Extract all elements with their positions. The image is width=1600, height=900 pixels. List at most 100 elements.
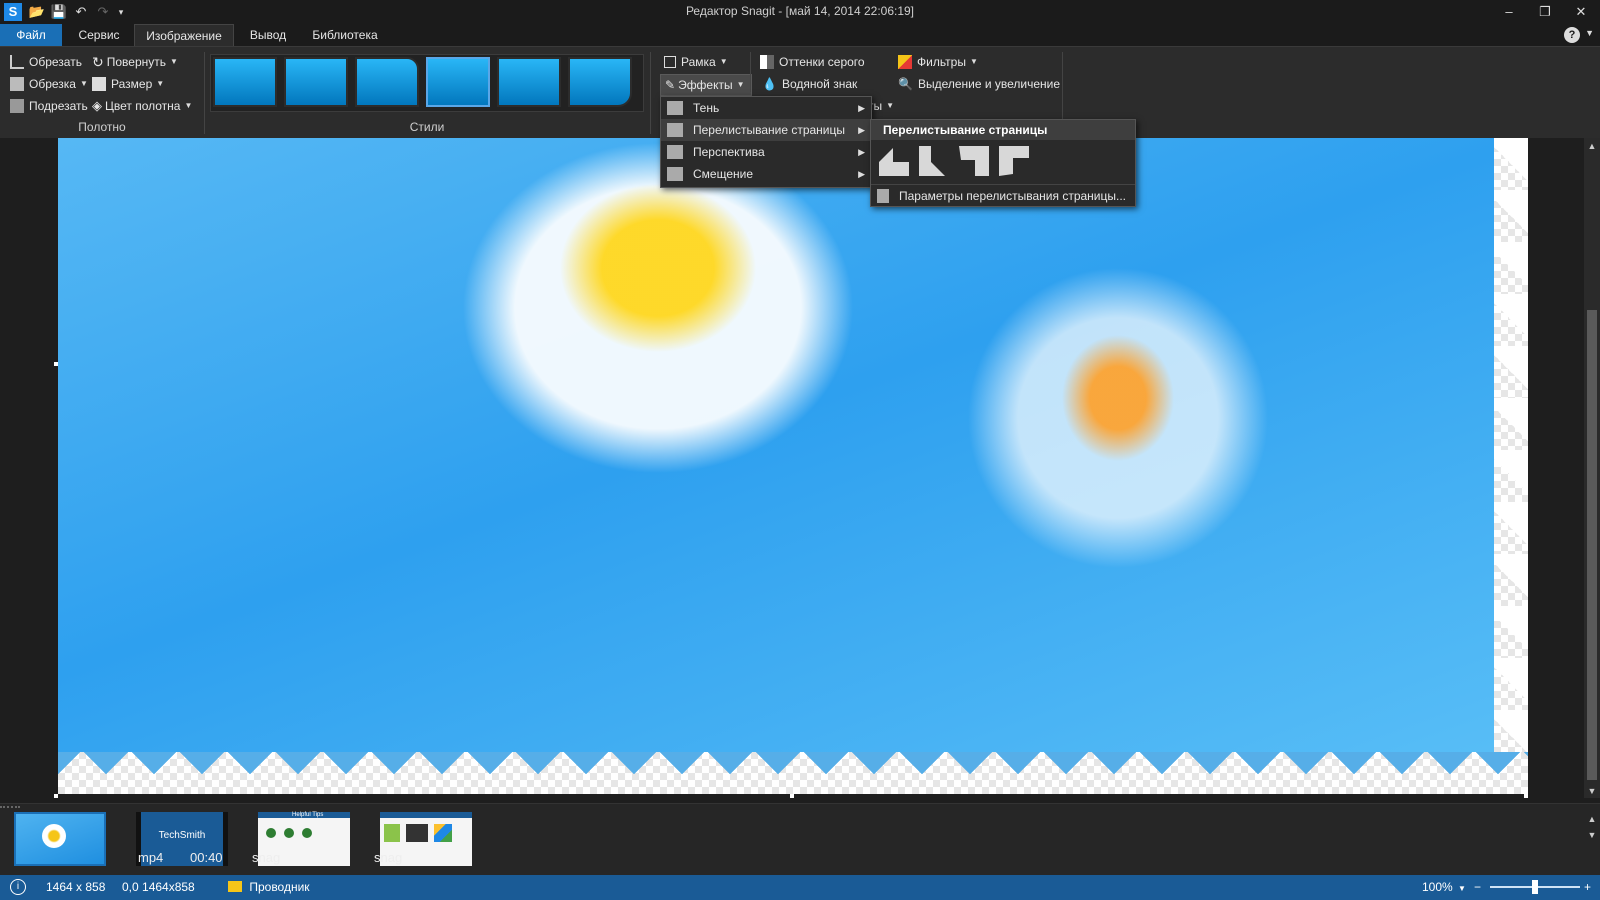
canvas-color-button[interactable]: ◈ Цвет полотна ▼ bbox=[92, 96, 192, 116]
help-icon[interactable]: ? bbox=[1564, 27, 1580, 43]
tip-icon bbox=[302, 828, 312, 838]
tab-file[interactable]: Файл bbox=[0, 24, 62, 46]
style-thumbnail[interactable] bbox=[497, 57, 561, 107]
close-button[interactable]: ✕ bbox=[1564, 2, 1598, 22]
tab-output[interactable]: Вывод bbox=[238, 24, 298, 46]
spotlight-label: Выделение и увеличение bbox=[917, 77, 1061, 91]
ribbon-separator bbox=[204, 52, 205, 134]
effects-button[interactable]: ✎ Эффекты ▼ bbox=[660, 74, 752, 96]
curl-bottom-left-icon[interactable] bbox=[959, 146, 989, 176]
rotate-label: Повернуть bbox=[106, 55, 166, 69]
ribbon-separator bbox=[750, 52, 751, 92]
resize-handle-right[interactable] bbox=[1524, 362, 1528, 366]
rotate-button[interactable]: ↻ Повернуть ▼ bbox=[92, 52, 178, 72]
border-label: Рамка bbox=[681, 55, 716, 69]
crop-button[interactable]: Обрезать bbox=[10, 52, 82, 72]
page-curl-settings-label: Параметры перелистывания страницы... bbox=[899, 189, 1126, 203]
style-thumbnail[interactable] bbox=[568, 57, 632, 107]
trim-label: Подрезать bbox=[29, 99, 88, 113]
zoom-level[interactable]: 100% bbox=[1422, 880, 1453, 894]
menu-item-page-curl[interactable]: Перелистывание страницы ▶ bbox=[661, 119, 871, 141]
zoom-out-button[interactable]: − bbox=[1474, 880, 1481, 894]
cut-out-button[interactable]: Обрезка ▼ bbox=[10, 74, 88, 94]
watermark-button[interactable]: 💧 Водяной знак bbox=[762, 74, 857, 94]
techsmith-logo: TechSmith bbox=[158, 830, 206, 841]
scrollbar-thumb[interactable] bbox=[1587, 310, 1597, 780]
style-thumbnail[interactable] bbox=[355, 57, 419, 107]
resize-button[interactable]: Размер ▼ bbox=[92, 74, 164, 94]
effects-dropdown-menu: Тень ▶ Перелистывание страницы ▶ Перспек… bbox=[660, 96, 872, 188]
menu-item-offset[interactable]: Смещение ▶ bbox=[661, 163, 871, 185]
submenu-arrow-icon: ▶ bbox=[858, 147, 865, 157]
curl-top-left-icon[interactable] bbox=[879, 146, 909, 176]
filters-button[interactable]: Фильтры ▼ bbox=[898, 52, 978, 72]
tray-grip[interactable] bbox=[0, 806, 20, 810]
grayscale-button[interactable]: Оттенки серого bbox=[760, 52, 865, 72]
resize-handle-bottom[interactable] bbox=[790, 794, 794, 798]
tray-item-duration: 00:40 bbox=[190, 850, 223, 865]
style-thumbnail-selected[interactable] bbox=[426, 57, 490, 107]
watermark-icon: 💧 bbox=[762, 77, 777, 91]
tip-icon bbox=[284, 828, 294, 838]
resize-handle-bottom-left[interactable] bbox=[54, 794, 58, 798]
torn-edge-right bbox=[1494, 138, 1528, 794]
page-curl-settings-item[interactable]: Параметры перелистывания страницы... bbox=[871, 184, 1135, 207]
google-drive-icon bbox=[434, 824, 452, 842]
cut-out-label: Обрезка bbox=[29, 77, 76, 91]
filters-icon bbox=[898, 55, 912, 69]
submenu-arrow-icon: ▶ bbox=[858, 103, 865, 113]
menu-item-shadow[interactable]: Тень ▶ bbox=[661, 97, 871, 119]
window-title: Редактор Snagit - [май 14, 2014 22:06:19… bbox=[685, 4, 915, 18]
zoom-in-button[interactable]: + bbox=[1584, 880, 1591, 894]
edited-image[interactable] bbox=[58, 138, 1528, 794]
filters-caret-icon: ▼ bbox=[969, 57, 978, 66]
paint-bucket-icon: ◈ bbox=[92, 98, 102, 113]
resize-handle-left[interactable] bbox=[54, 362, 58, 366]
restore-button[interactable]: ❐ bbox=[1528, 2, 1562, 22]
menu-item-label: Тень bbox=[693, 101, 720, 115]
tray-item-image[interactable] bbox=[14, 812, 106, 866]
folder-icon bbox=[228, 881, 242, 892]
menu-item-perspective[interactable]: Перспектива ▶ bbox=[661, 141, 871, 163]
submenu-header: Перелистывание страницы bbox=[871, 120, 1135, 140]
rotate-caret-icon: ▼ bbox=[170, 57, 178, 66]
style-thumbnail[interactable] bbox=[284, 57, 348, 107]
border-caret-icon: ▼ bbox=[719, 57, 728, 66]
watermark-label: Водяной знак bbox=[781, 77, 858, 91]
spotlight-magnify-button[interactable]: 🔍 Выделение и увеличение bbox=[898, 74, 1060, 94]
rotate-icon: ↻ bbox=[92, 54, 104, 70]
zoom-slider-thumb[interactable] bbox=[1532, 880, 1538, 894]
crop-icon bbox=[10, 55, 24, 69]
styles-group-label: Стили bbox=[409, 120, 445, 134]
grayscale-icon bbox=[760, 55, 774, 69]
tab-image[interactable]: Изображение bbox=[134, 24, 234, 46]
tab-service[interactable]: Сервис bbox=[66, 24, 132, 46]
tab-library[interactable]: Библиотека bbox=[304, 24, 386, 46]
scroll-up-icon[interactable]: ▲ bbox=[1584, 141, 1600, 151]
border-button[interactable]: Рамка ▼ bbox=[664, 52, 728, 72]
resize-handle-bottom-right[interactable] bbox=[1524, 794, 1528, 798]
scroll-down-icon[interactable]: ▼ bbox=[1584, 786, 1600, 796]
tray-scroll-down-icon[interactable]: ▼ bbox=[1584, 830, 1600, 840]
tray-scroll-up-icon[interactable]: ▲ bbox=[1584, 814, 1600, 824]
screenshot-icon bbox=[406, 824, 428, 842]
grayscale-label: Оттенки серого bbox=[779, 55, 865, 69]
style-thumbnail[interactable] bbox=[213, 57, 277, 107]
page-curl-settings-icon bbox=[877, 189, 889, 203]
canvas-color-label: Цвет полотна bbox=[105, 99, 181, 113]
cut-out-caret-icon: ▼ bbox=[79, 79, 88, 88]
trim-button[interactable]: Подрезать bbox=[10, 96, 88, 116]
resize-icon bbox=[92, 77, 106, 91]
minimize-button[interactable]: – bbox=[1492, 2, 1526, 22]
menu-item-label: Перспектива bbox=[693, 145, 765, 159]
explorer-label: Проводник bbox=[249, 880, 310, 894]
ribbon-separator bbox=[650, 52, 651, 134]
curl-top-right-icon[interactable] bbox=[919, 146, 949, 176]
explorer-button[interactable]: Проводник bbox=[228, 880, 310, 894]
canvas-color-caret-icon: ▼ bbox=[184, 101, 193, 110]
info-icon[interactable]: i bbox=[10, 879, 26, 895]
offset-icon bbox=[667, 167, 683, 181]
curl-bottom-right-icon[interactable] bbox=[999, 146, 1029, 176]
zoom-caret-icon[interactable]: ▼ bbox=[1458, 884, 1466, 893]
help-caret-icon[interactable]: ▼ bbox=[1585, 28, 1594, 38]
